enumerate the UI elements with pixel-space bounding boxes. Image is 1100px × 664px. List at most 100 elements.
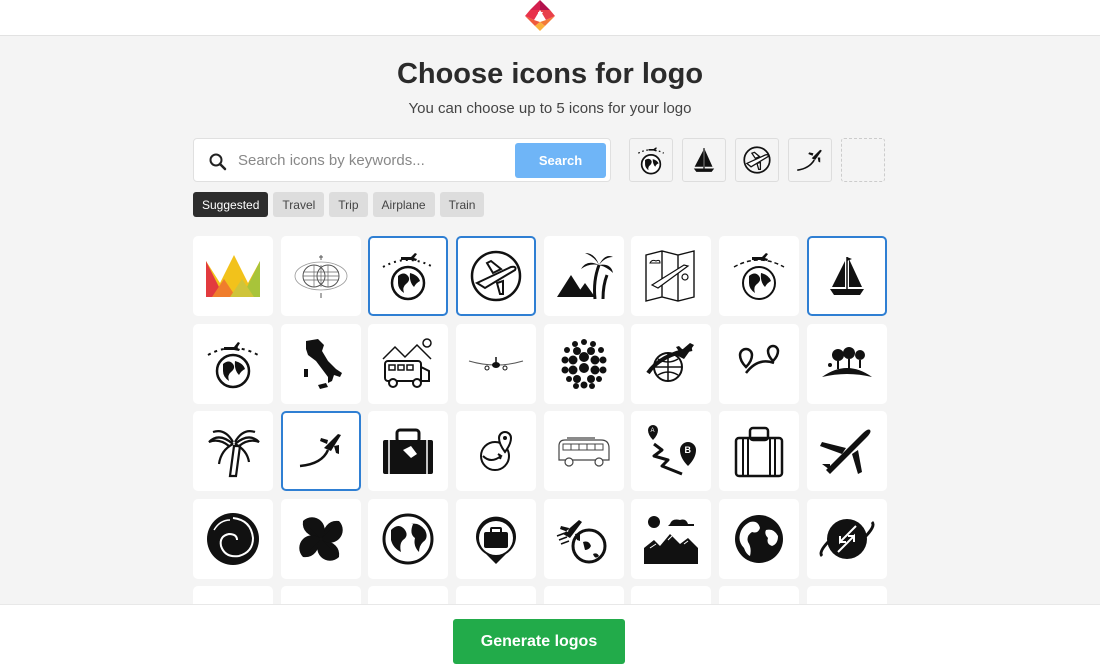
selected-slot[interactable] [682,138,726,182]
icon-tile[interactable] [193,323,273,404]
icon-tile[interactable] [543,586,624,604]
footer-bar: Generate logos [0,604,1100,664]
vw-bus-icon [558,437,610,467]
dotted-sphere-icon [561,338,607,389]
icon-tile[interactable] [368,498,449,579]
icon-tile[interactable] [456,411,537,491]
icon-tile[interactable] [719,323,800,404]
icon-tile[interactable] [280,236,361,316]
camper-van-mountains-icon [382,337,433,388]
selected-icons-tray [629,138,885,182]
selected-slot[interactable] [788,138,832,182]
globe-airplane-orbit-icon [207,341,259,388]
icon-tile[interactable] [806,498,887,579]
icon-tile[interactable] [719,411,800,491]
selected-slot[interactable] [735,138,779,182]
icon-tile[interactable] [806,411,887,491]
icon-tile[interactable] [806,586,887,604]
partial-icon-6 [640,588,702,604]
icon-tile[interactable] [543,498,624,579]
palm-pyramids-icon [556,253,613,300]
location-globe-arrow-icon [480,431,513,471]
icon-tile[interactable] [543,411,624,491]
icon-tile[interactable] [368,586,449,604]
icon-tile[interactable] [543,236,624,316]
icon-tile[interactable] [719,498,800,579]
colorful-crown-mountains-icon [206,255,260,297]
page-title: Choose icons for logo [396,58,704,90]
icon-tile[interactable] [193,236,273,316]
chip-train[interactable]: Train [439,192,485,217]
icon-tile[interactable]: AB [631,411,712,491]
icon-tile[interactable] [456,586,537,604]
globe-airplane-icon [637,147,665,175]
chip-suggested[interactable]: Suggested [193,192,269,217]
icon-tile[interactable] [631,236,712,316]
svg-text:A: A [651,428,655,434]
icon-tile[interactable] [456,323,537,404]
icon-tile[interactable] [631,498,712,579]
top-bar [0,0,1100,36]
route-pins-icon [738,344,780,374]
generate-logos-button[interactable]: Generate logos [453,619,625,664]
chip-trip[interactable]: Trip [329,192,368,217]
diamond-logo-icon[interactable] [522,0,558,32]
partial-icon-3 [377,588,439,604]
sailboat-icon [693,148,715,172]
icon-tile[interactable] [719,586,800,604]
icon-tile[interactable] [543,323,624,404]
earth-hemisphere-icon [735,514,784,563]
a-to-b-route-icon: AB [648,425,697,476]
icon-tile[interactable] [280,323,361,404]
icon-tile[interactable] [193,498,273,579]
airplane-earth-icon [556,519,607,563]
sailboat-icon [829,257,864,295]
airplane-circle-icon [470,250,522,302]
italy-map-icon [303,338,342,389]
partial-icon-4 [465,588,527,604]
partial-icon-8 [816,588,878,604]
chip-travel[interactable]: Travel [273,192,325,217]
earth-globe-icon [382,513,434,564]
suitcase-outline-icon [734,426,784,478]
search-button[interactable]: Search [515,143,606,178]
airplane-icon [819,429,871,474]
icon-tile[interactable] [368,236,449,316]
icon-tile[interactable] [806,323,887,404]
empty-slot[interactable] [841,138,885,182]
icon-tile[interactable] [719,236,800,316]
icon-tile[interactable] [193,411,273,491]
search-box: Search [193,138,611,182]
chip-airplane[interactable]: Airplane [372,192,435,217]
keyword-chips: Suggested Travel Trip Airplane Train [193,192,485,217]
airplane-globe-swoosh-icon [646,342,695,382]
icon-tile[interactable] [368,323,449,404]
airplane-circle-icon [743,146,771,174]
briefcase-pin-icon [476,516,517,564]
four-petal-icon [298,516,343,561]
icon-tile[interactable] [368,411,449,491]
search-icon [209,153,227,171]
search-input[interactable] [238,147,508,173]
page-subtitle: You can choose up to 5 icons for your lo… [408,100,692,117]
icon-tile[interactable] [806,236,887,316]
icon-tile[interactable] [280,411,361,491]
partial-icon-5 [553,588,615,604]
mountains-sun-cloud-icon [644,515,699,564]
icon-tile[interactable] [280,498,361,579]
icon-grid: AB [193,236,893,604]
travel-map-icon [645,250,696,302]
globe-arrows-icon [819,518,875,559]
globe-airplane-icon [382,253,434,301]
icon-tile[interactable] [193,586,273,604]
icon-tile[interactable] [631,323,712,404]
icon-tile[interactable] [631,586,712,604]
partial-icon-7 [728,588,790,604]
selected-slot[interactable] [629,138,673,182]
icon-tile[interactable] [280,586,361,604]
airplane-trail-icon [797,149,822,172]
icon-tile[interactable] [456,498,537,579]
icon-tile[interactable] [456,236,537,316]
wire-globes-icon [294,255,348,298]
partial-icon-1 [202,588,264,604]
